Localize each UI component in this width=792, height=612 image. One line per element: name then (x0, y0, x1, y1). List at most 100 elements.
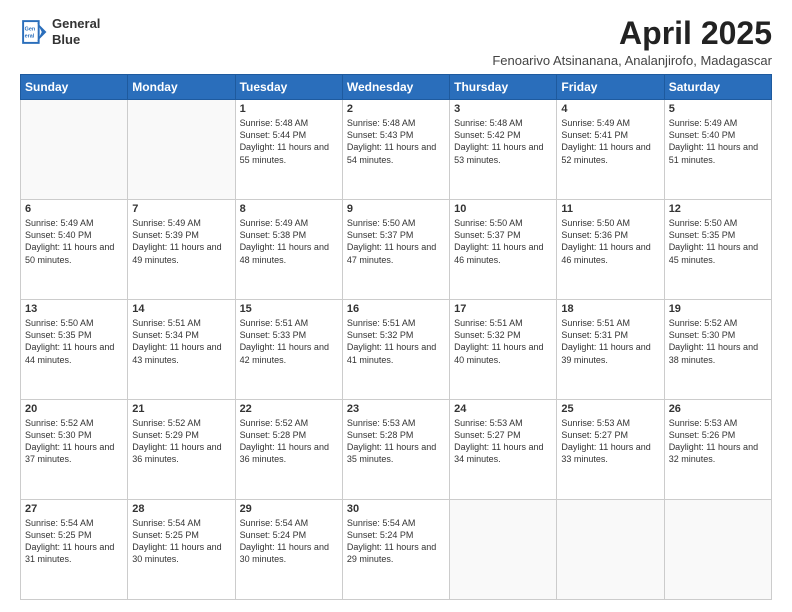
calendar-week-2: 6 Sunrise: 5:49 AM Sunset: 5:40 PM Daylig… (21, 200, 772, 300)
day-info: Sunrise: 5:50 AM Sunset: 5:37 PM Dayligh… (454, 217, 552, 266)
month-title: April 2025 (492, 16, 772, 51)
calendar-cell: 30 Sunrise: 5:54 AM Sunset: 5:24 PM Dayli… (342, 500, 449, 600)
calendar-cell: 17Sunrise: 5:51 AM Sunset: 5:32 PM Dayli… (450, 300, 557, 400)
calendar-cell: 4 Sunrise: 5:49 AM Sunset: 5:41 PM Daylig… (557, 100, 664, 200)
day-info: Sunrise: 5:49 AM Sunset: 5:39 PM Dayligh… (132, 217, 230, 266)
day-number: 7 (132, 203, 230, 215)
day-number: 13 (25, 303, 123, 315)
day-info: Sunrise: 5:50 AM Sunset: 5:36 PM Dayligh… (561, 217, 659, 266)
day-info: Sunrise: 5:50 AM Sunset: 5:37 PM Dayligh… (347, 217, 445, 266)
day-number: 24 (454, 403, 552, 415)
title-block: April 2025 Fenoarivo Atsinanana, Analanj… (492, 16, 772, 68)
day-number: 6 (25, 203, 123, 215)
day-info: Sunrise: 5:52 AM Sunset: 5:28 PM Dayligh… (240, 417, 338, 466)
logo: Gen eral General Blue (20, 16, 100, 47)
day-info: Sunrise: 5:54 AM Sunset: 5:24 PM Dayligh… (347, 517, 445, 566)
day-info: Sunrise: 5:49 AM Sunset: 5:40 PM Dayligh… (25, 217, 123, 266)
calendar-cell (21, 100, 128, 200)
day-info: Sunrise: 5:51 AM Sunset: 5:33 PM Dayligh… (240, 317, 338, 366)
day-number: 4 (561, 103, 659, 115)
day-number: 19 (669, 303, 767, 315)
day-info: Sunrise: 5:51 AM Sunset: 5:32 PM Dayligh… (347, 317, 445, 366)
day-info: Sunrise: 5:51 AM Sunset: 5:31 PM Dayligh… (561, 317, 659, 366)
calendar-cell: 27Sunrise: 5:54 AM Sunset: 5:25 PM Dayli… (21, 500, 128, 600)
calendar-cell: 24 Sunrise: 5:53 AM Sunset: 5:27 PM Dayli… (450, 400, 557, 500)
day-info: Sunrise: 5:53 AM Sunset: 5:28 PM Dayligh… (347, 417, 445, 466)
calendar-cell: 21 Sunrise: 5:52 AM Sunset: 5:29 PM Dayli… (128, 400, 235, 500)
day-number: 1 (240, 103, 338, 115)
day-info: Sunrise: 5:48 AM Sunset: 5:44 PM Dayligh… (240, 117, 338, 166)
day-number: 12 (669, 203, 767, 215)
svg-text:eral: eral (25, 33, 35, 39)
logo-line2: Blue (52, 32, 100, 48)
day-info: Sunrise: 5:53 AM Sunset: 5:26 PM Dayligh… (669, 417, 767, 466)
day-number: 10 (454, 203, 552, 215)
day-number: 29 (240, 503, 338, 515)
day-number: 26 (669, 403, 767, 415)
calendar-cell: 3 Sunrise: 5:48 AM Sunset: 5:42 PM Daylig… (450, 100, 557, 200)
day-info: Sunrise: 5:52 AM Sunset: 5:30 PM Dayligh… (669, 317, 767, 366)
logo-text: General Blue (52, 16, 100, 47)
calendar-cell: 20 Sunrise: 5:52 AM Sunset: 5:30 PM Dayli… (21, 400, 128, 500)
day-header-friday: Friday (557, 75, 664, 100)
calendar-week-5: 27 Sunrise: 5:54 AM Sunset: 5:25 PM Dayli… (21, 500, 772, 600)
day-info: Sunrise: 5:54 AM Sunset: 5:25 PM Dayligh… (132, 517, 230, 566)
day-info: Sunrise: 5:48 AM Sunset: 5:42 PM Dayligh… (454, 117, 552, 166)
logo-icon: Gen eral (20, 18, 48, 46)
day-header-sunday: Sunday (21, 75, 128, 100)
day-info: Sunrise: 5:49 AM Sunset: 5:41 PM Dayligh… (561, 117, 659, 166)
calendar-cell: 5Sunrise: 5:49 AM Sunset: 5:40 PM Daylig… (664, 100, 771, 200)
calendar-table: SundayMondayTuesdayWednesdayThursdayFrid… (20, 74, 772, 600)
day-info: Sunrise: 5:52 AM Sunset: 5:29 PM Dayligh… (132, 417, 230, 466)
day-info: Sunrise: 5:48 AM Sunset: 5:43 PM Dayligh… (347, 117, 445, 166)
calendar-cell: 16Sunrise: 5:51 AM Sunset: 5:32 PM Dayli… (342, 300, 449, 400)
day-number: 15 (240, 303, 338, 315)
day-info: Sunrise: 5:50 AM Sunset: 5:35 PM Dayligh… (25, 317, 123, 366)
calendar-cell (128, 100, 235, 200)
day-number: 9 (347, 203, 445, 215)
calendar-cell: 23 Sunrise: 5:53 AM Sunset: 5:28 PM Dayli… (342, 400, 449, 500)
calendar-cell: 7 Sunrise: 5:49 AM Sunset: 5:39 PM Daylig… (128, 200, 235, 300)
page: Gen eral General Blue April 2025 Fenoari… (0, 0, 792, 612)
calendar-cell: 11 Sunrise: 5:50 AM Sunset: 5:36 PM Dayli… (557, 200, 664, 300)
day-number: 3 (454, 103, 552, 115)
day-info: Sunrise: 5:54 AM Sunset: 5:24 PM Dayligh… (240, 517, 338, 566)
calendar-cell: 26 Sunrise: 5:53 AM Sunset: 5:26 PM Dayli… (664, 400, 771, 500)
calendar-cell: 6 Sunrise: 5:49 AM Sunset: 5:40 PM Daylig… (21, 200, 128, 300)
day-info: Sunrise: 5:51 AM Sunset: 5:32 PM Dayligh… (454, 317, 552, 366)
day-header-wednesday: Wednesday (342, 75, 449, 100)
calendar-cell: 9 Sunrise: 5:50 AM Sunset: 5:37 PM Daylig… (342, 200, 449, 300)
calendar-cell: 8Sunrise: 5:49 AM Sunset: 5:38 PM Daylig… (235, 200, 342, 300)
calendar-cell: 13 Sunrise: 5:50 AM Sunset: 5:35 PM Dayli… (21, 300, 128, 400)
day-number: 27 (25, 503, 123, 515)
calendar-cell (557, 500, 664, 600)
day-info: Sunrise: 5:53 AM Sunset: 5:27 PM Dayligh… (454, 417, 552, 466)
day-info: Sunrise: 5:50 AM Sunset: 5:35 PM Dayligh… (669, 217, 767, 266)
day-number: 23 (347, 403, 445, 415)
location-subtitle: Fenoarivo Atsinanana, Analanjirofo, Mada… (492, 53, 772, 68)
calendar-header-row: SundayMondayTuesdayWednesdayThursdayFrid… (21, 75, 772, 100)
day-info: Sunrise: 5:52 AM Sunset: 5:30 PM Dayligh… (25, 417, 123, 466)
calendar-cell: 12 Sunrise: 5:50 AM Sunset: 5:35 PM Dayli… (664, 200, 771, 300)
day-info: Sunrise: 5:51 AM Sunset: 5:34 PM Dayligh… (132, 317, 230, 366)
day-number: 21 (132, 403, 230, 415)
day-header-monday: Monday (128, 75, 235, 100)
calendar-cell: 28Sunrise: 5:54 AM Sunset: 5:25 PM Dayli… (128, 500, 235, 600)
day-number: 22 (240, 403, 338, 415)
calendar-week-1: 1 Sunrise: 5:48 AM Sunset: 5:44 PM Daylig… (21, 100, 772, 200)
calendar-cell (664, 500, 771, 600)
calendar-cell (450, 500, 557, 600)
calendar-cell: 22 Sunrise: 5:52 AM Sunset: 5:28 PM Dayli… (235, 400, 342, 500)
day-number: 8 (240, 203, 338, 215)
day-info: Sunrise: 5:53 AM Sunset: 5:27 PM Dayligh… (561, 417, 659, 466)
day-number: 2 (347, 103, 445, 115)
day-number: 11 (561, 203, 659, 215)
logo-line1: General (52, 16, 100, 32)
day-number: 20 (25, 403, 123, 415)
calendar-week-4: 20 Sunrise: 5:52 AM Sunset: 5:30 PM Dayli… (21, 400, 772, 500)
calendar-cell: 2 Sunrise: 5:48 AM Sunset: 5:43 PM Daylig… (342, 100, 449, 200)
header: Gen eral General Blue April 2025 Fenoari… (20, 16, 772, 68)
day-number: 25 (561, 403, 659, 415)
calendar-cell: 19 Sunrise: 5:52 AM Sunset: 5:30 PM Dayli… (664, 300, 771, 400)
day-number: 30 (347, 503, 445, 515)
